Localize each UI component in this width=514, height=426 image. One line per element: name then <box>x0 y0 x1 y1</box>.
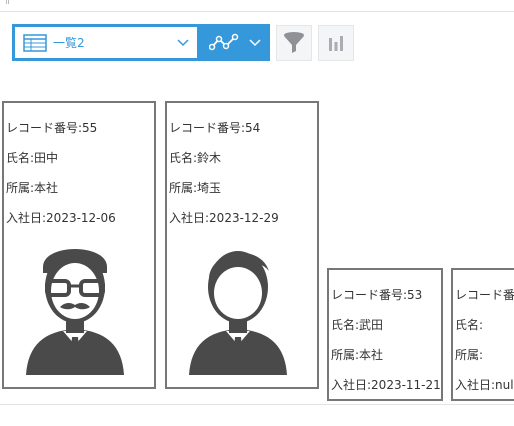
record-card[interactable]: レコード番号:54 氏名:鈴木 所属:埼玉 入社日:2023-12-29 <box>165 101 319 389</box>
corner-mark <box>6 0 9 4</box>
man-avatar-icon <box>189 251 287 375</box>
record-number: レコード番号:55 <box>6 121 98 135</box>
table-list-icon <box>23 33 47 52</box>
record-number: レコード番号:54 <box>169 121 261 135</box>
join-date: 入社日:null <box>455 378 514 392</box>
employee-name: 氏名:田中 <box>6 151 59 165</box>
record-card[interactable]: レコード番号: 氏名: 所属: 入社日:null <box>451 268 514 401</box>
top-divider <box>0 11 514 12</box>
join-date: 入社日:2023-11-21 <box>331 378 441 392</box>
bar-chart-icon <box>329 35 343 51</box>
record-card[interactable]: レコード番号:53 氏名:武田 所属:本社 入社日:2023-11-21 <box>327 268 443 401</box>
employee-name: 氏名:武田 <box>331 318 384 332</box>
employee-name: 氏名:鈴木 <box>169 151 222 165</box>
join-date: 入社日:2023-12-29 <box>169 211 279 225</box>
view-name: 一覧2 <box>53 36 85 50</box>
line-graph-icon <box>209 33 239 50</box>
bottom-divider <box>0 404 514 405</box>
view-toolbar: 一覧2 <box>12 24 354 61</box>
department: 所属: <box>455 348 484 362</box>
filter-button[interactable] <box>276 24 312 61</box>
chevron-down-icon <box>249 38 261 46</box>
man-glasses-mustache-avatar-icon <box>26 249 124 375</box>
department: 所属:本社 <box>331 348 384 362</box>
join-date: 入社日:2023-12-06 <box>6 211 116 225</box>
graph-menu-button[interactable] <box>200 24 270 61</box>
department: 所属:本社 <box>6 181 59 195</box>
employee-name: 氏名: <box>455 318 484 332</box>
record-number: レコード番号: <box>455 288 514 302</box>
filter-icon <box>284 31 304 53</box>
record-number: レコード番号:53 <box>331 288 423 302</box>
view-selector[interactable]: 一覧2 <box>12 24 200 61</box>
department: 所属:埼玉 <box>169 181 222 195</box>
chart-button[interactable] <box>318 24 354 61</box>
record-card[interactable]: レコード番号:55 氏名:田中 所属:本社 入社日:2023-12-06 <box>2 101 156 389</box>
chevron-down-icon <box>177 38 189 46</box>
